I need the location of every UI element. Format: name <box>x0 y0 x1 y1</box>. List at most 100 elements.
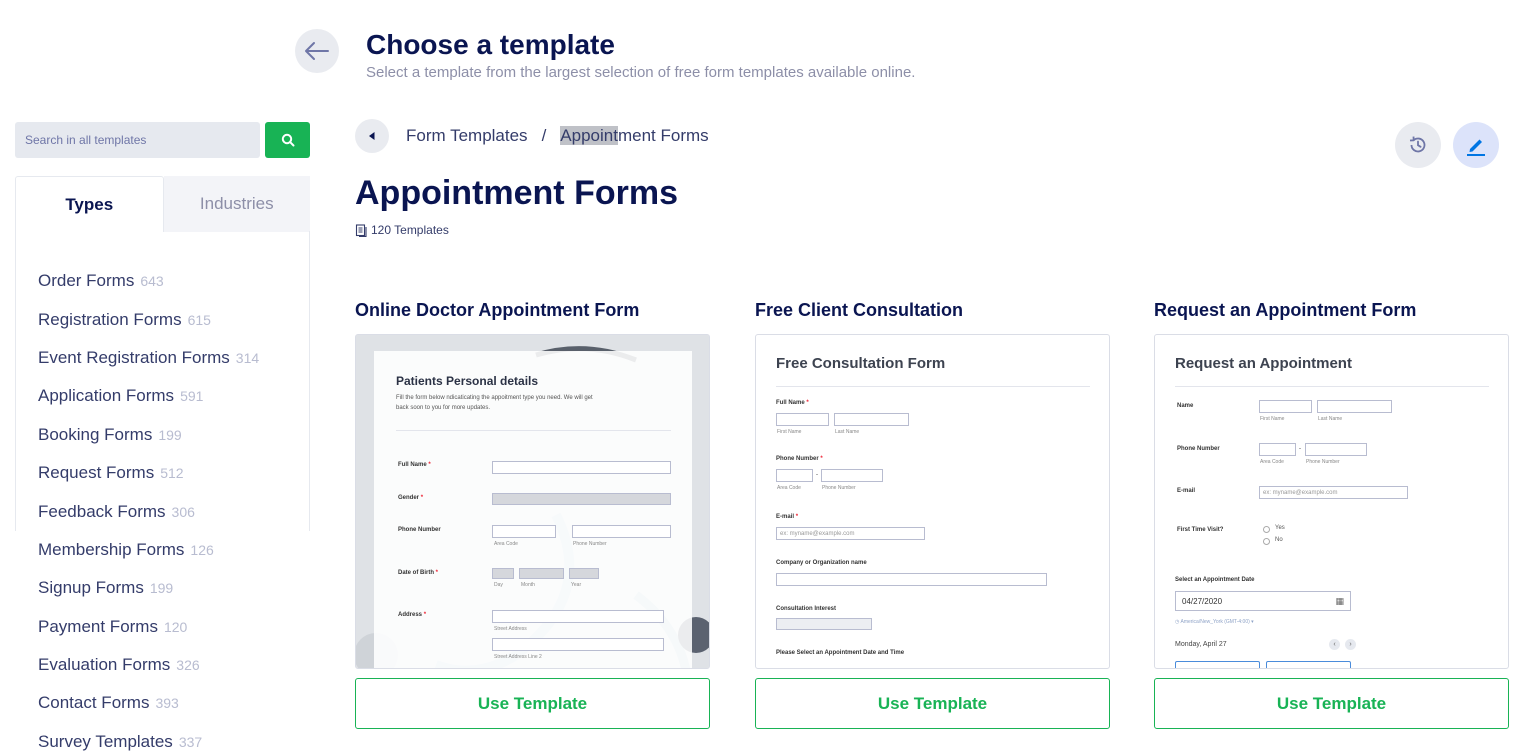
sublabel: Area Code <box>494 541 518 547</box>
template-preview[interactable]: Request an Appointment Name First Name L… <box>1154 334 1509 669</box>
document-icon <box>355 223 367 237</box>
history-button[interactable] <box>1395 122 1441 168</box>
radio-label: Yes <box>1275 525 1285 531</box>
category-count: 120 <box>163 618 188 635</box>
category-item[interactable]: Contact Forms 393 <box>38 684 259 722</box>
month-select <box>519 568 564 579</box>
arrow-left-icon <box>305 42 329 60</box>
category-item[interactable]: Request Forms 512 <box>38 454 259 492</box>
street-input <box>492 610 664 623</box>
category-item[interactable]: Membership Forms 126 <box>38 531 259 569</box>
category-item[interactable]: Event Registration Forms 314 <box>38 339 259 377</box>
field-label: Address * <box>398 612 427 618</box>
category-item[interactable]: Booking Forms 199 <box>38 416 259 454</box>
radio-yes <box>1263 526 1270 533</box>
category-item[interactable]: Signup Forms 199 <box>38 569 259 607</box>
use-template-button[interactable]: Use Template <box>755 678 1110 729</box>
category-item[interactable]: Survey Templates 337 <box>38 723 259 751</box>
category-count: 126 <box>190 541 214 558</box>
sublabel: Area Code <box>777 485 801 491</box>
sublabel: Month <box>521 582 535 588</box>
category-count: 314 <box>235 349 260 366</box>
breadcrumb-back-button[interactable] <box>355 119 389 153</box>
preview-heading: Request an Appointment <box>1175 355 1352 372</box>
category-item[interactable]: Order Forms 643 <box>38 262 259 300</box>
use-template-button[interactable]: Use Template <box>355 678 710 729</box>
chevron-right-icon: › <box>1345 639 1356 650</box>
sublabel: First Name <box>1260 416 1285 422</box>
phone-input <box>1305 443 1367 456</box>
category-count: 199 <box>149 580 174 597</box>
divider <box>1175 386 1489 387</box>
sublabel: Phone Number <box>1306 459 1340 465</box>
tab-industries[interactable]: Industries <box>163 176 310 232</box>
category-count: 393 <box>155 695 179 712</box>
template-card: Request an Appointment Form Request an A… <box>1154 300 1509 729</box>
field-label: First Time Visit? <box>1177 527 1224 533</box>
back-button[interactable] <box>295 29 339 73</box>
email-input: ex: myname@example.com <box>776 527 925 540</box>
email-input: ex: myname@example.com <box>1259 486 1408 499</box>
category-count: 306 <box>171 503 195 520</box>
page-subtitle: Select a template from the largest selec… <box>366 64 916 81</box>
category-item[interactable]: Application Forms 591 <box>38 377 259 415</box>
template-card: Online Doctor Appointment Form Patients … <box>355 300 710 729</box>
category-label: Evaluation Forms <box>38 655 171 675</box>
template-card-title[interactable]: Online Doctor Appointment Form <box>355 300 710 324</box>
breadcrumb-current-highlight: Appoint <box>560 126 618 145</box>
caret-left-icon <box>369 132 375 140</box>
category-item[interactable]: Feedback Forms 306 <box>38 492 259 530</box>
sublabel: Last Name <box>1318 416 1343 422</box>
gender-select <box>492 493 671 505</box>
template-card-title[interactable]: Free Client Consultation <box>755 300 1110 324</box>
template-card-title[interactable]: Request an Appointment Form <box>1154 300 1509 324</box>
field-label: Full Name * <box>776 400 809 406</box>
interest-select <box>776 618 872 630</box>
category-count: 615 <box>187 311 211 328</box>
category-label: Request Forms <box>38 463 155 483</box>
tab-types[interactable]: Types <box>15 176 164 232</box>
date-input: 04/27/2020 ▦ <box>1175 591 1351 611</box>
category-tabs: Types Industries <box>15 176 310 232</box>
history-icon <box>1409 136 1426 153</box>
use-template-button[interactable]: Use Template <box>1154 678 1509 729</box>
area-code-input <box>776 469 813 482</box>
edit-button[interactable] <box>1453 122 1499 168</box>
category-label: Signup Forms <box>38 578 144 598</box>
category-label: Feedback Forms <box>38 501 166 521</box>
template-preview[interactable]: Patients Personal details Fill the form … <box>355 334 710 669</box>
sublabel: Phone Number <box>573 541 607 547</box>
timezone-select: ◷ America/New_York (GMT-4:00) ▾ <box>1175 619 1254 625</box>
dash: - <box>1299 446 1301 452</box>
category-label: Order Forms <box>38 271 135 291</box>
breadcrumb-root-link[interactable]: Form Templates <box>406 126 528 146</box>
calendar-day-label: Monday, April 27 <box>1175 641 1227 648</box>
sublabel: Year <box>571 582 582 588</box>
preview-desc-line-2: back soon to you for more updates. <box>396 405 491 411</box>
template-preview[interactable]: Free Consultation Form Full Name * First… <box>755 334 1110 669</box>
category-item[interactable]: Registration Forms 615 <box>38 300 259 338</box>
search-input[interactable] <box>15 122 260 158</box>
area-code-input <box>1259 443 1296 456</box>
calendar-icon: ▦ <box>1335 596 1344 606</box>
sublabel: Street Address Line 2 <box>494 654 542 660</box>
street2-input <box>492 638 664 651</box>
section-title: Appointment Forms <box>355 174 678 212</box>
search-button[interactable] <box>265 122 310 158</box>
category-label: Contact Forms <box>38 693 150 713</box>
first-name-input <box>776 413 829 426</box>
divider <box>396 430 671 431</box>
category-item[interactable]: Evaluation Forms 326 <box>38 646 259 684</box>
category-label: Survey Templates <box>38 731 173 751</box>
phone-input <box>572 525 671 538</box>
field-label: Phone Number * <box>776 456 823 462</box>
sublabel: Day <box>494 582 503 588</box>
pencil-icon <box>1467 139 1485 156</box>
category-label: Registration Forms <box>38 309 182 329</box>
last-name-input <box>1317 400 1392 413</box>
category-item[interactable]: Payment Forms 120 <box>38 608 259 646</box>
sublabel: Street Address <box>494 626 527 632</box>
sublabel: Phone Number <box>822 485 856 491</box>
category-label: Booking Forms <box>38 424 153 444</box>
divider <box>776 386 1090 387</box>
